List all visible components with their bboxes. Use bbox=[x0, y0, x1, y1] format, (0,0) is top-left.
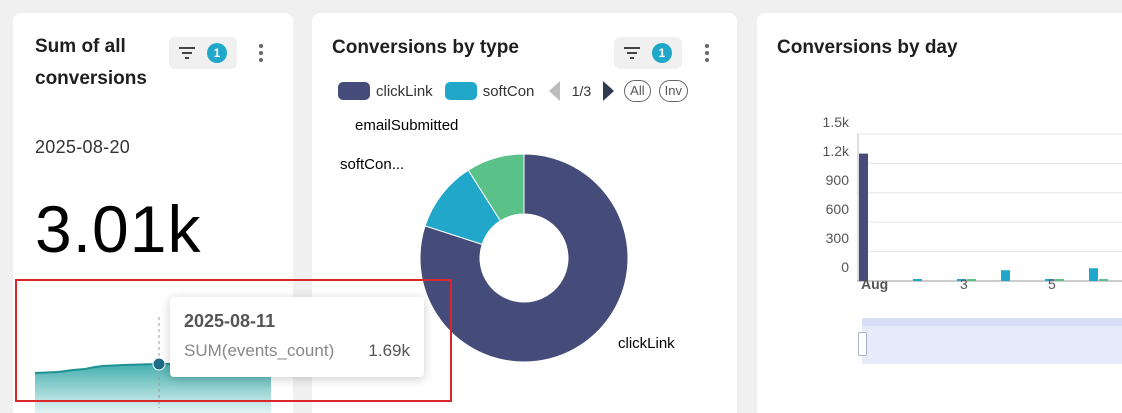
select-all-button[interactable]: All bbox=[624, 80, 651, 102]
big-number: 3.01k bbox=[35, 192, 202, 266]
filter-count-badge: 1 bbox=[207, 43, 227, 63]
x-tick: 5 bbox=[1048, 276, 1056, 292]
bar[interactable] bbox=[1099, 279, 1108, 281]
bar[interactable] bbox=[967, 279, 976, 281]
legend-swatch bbox=[338, 82, 370, 100]
prev-page-icon[interactable] bbox=[548, 81, 560, 101]
bar-chart[interactable] bbox=[857, 113, 1122, 293]
bar[interactable] bbox=[1001, 270, 1010, 281]
filter-icon bbox=[179, 47, 195, 59]
legend-label: clickLink bbox=[376, 82, 433, 100]
x-tick: Aug bbox=[861, 276, 889, 292]
filter-count-badge: 1 bbox=[652, 43, 672, 63]
conversions-by-day-card: Conversions by day 1.5k 1.2k 900 600 300… bbox=[757, 13, 1122, 413]
legend-item-softcon[interactable]: softCon bbox=[444, 82, 537, 100]
y-tick: 300 bbox=[825, 230, 849, 246]
y-tick: 1.2k bbox=[822, 143, 849, 159]
filter-button[interactable]: 1 bbox=[169, 37, 237, 69]
card-title: Sum of all conversions bbox=[35, 36, 147, 89]
x-tick: 3 bbox=[960, 276, 968, 292]
y-tick: 0 bbox=[841, 259, 849, 275]
more-options-icon[interactable] bbox=[699, 38, 715, 68]
legend-item-clicklink[interactable]: clickLink bbox=[338, 82, 433, 100]
legend-pager: 1/3 All Inv bbox=[548, 80, 688, 102]
pager-text: 1/3 bbox=[571, 83, 592, 99]
filter-button[interactable]: 1 bbox=[614, 37, 682, 69]
bar[interactable] bbox=[1055, 279, 1064, 281]
invert-selection-button[interactable]: Inv bbox=[658, 80, 688, 102]
highlight-box bbox=[15, 279, 452, 402]
legend-label: softCon bbox=[482, 82, 535, 100]
y-tick: 900 bbox=[825, 172, 849, 188]
legend-swatch bbox=[444, 82, 477, 100]
bar[interactable] bbox=[913, 279, 922, 281]
zoom-handle[interactable] bbox=[858, 332, 867, 356]
date-label: 2025-08-20 bbox=[35, 137, 131, 157]
card-title: Conversions by day bbox=[777, 37, 958, 58]
card-title: Conversions by type bbox=[332, 37, 519, 58]
next-page-icon[interactable] bbox=[603, 81, 615, 101]
y-tick: 1.5k bbox=[822, 114, 849, 130]
chart-legend: clickLink softCon 1/3 All Inv bbox=[338, 79, 688, 103]
bar[interactable] bbox=[859, 153, 868, 281]
filter-icon bbox=[624, 47, 640, 59]
pie-label-email: emailSubmitted bbox=[355, 117, 459, 134]
data-zoom-slider[interactable] bbox=[858, 318, 1122, 364]
more-options-icon[interactable] bbox=[253, 38, 269, 68]
bar[interactable] bbox=[1089, 268, 1098, 281]
y-tick: 600 bbox=[825, 201, 849, 217]
